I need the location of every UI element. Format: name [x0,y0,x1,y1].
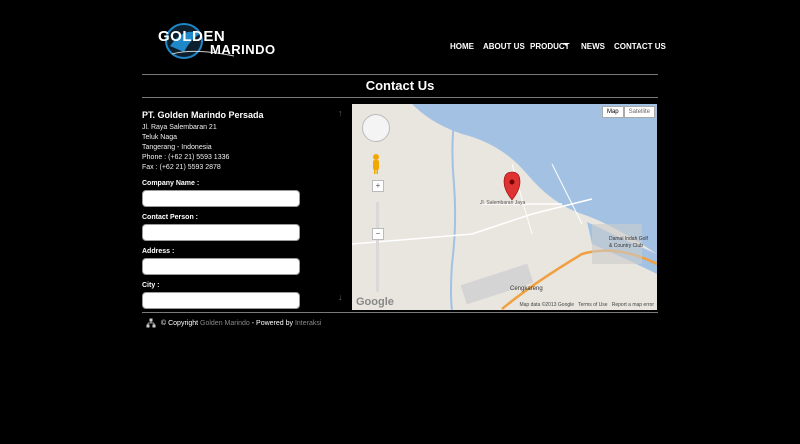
terms-link[interactable]: Terms of Use [578,302,607,308]
report-error-link[interactable]: Report a map error [612,302,654,308]
sitemap-icon [146,318,156,328]
footer-brand-link[interactable]: Golden Marindo [200,320,250,327]
address-input[interactable] [142,258,300,275]
contact-person-input[interactable] [142,224,300,241]
zoom-out-icon[interactable]: − [372,228,384,240]
map-type-satellite[interactable]: Satellite [623,106,655,118]
powered-by-text: - Powered by [249,319,295,327]
nav-news[interactable]: NEWS [581,42,605,51]
map-marker[interactable] [502,170,522,200]
powered-by-link[interactable]: Interaksi [295,320,321,327]
place-damai: Damai Indah Golf [609,236,648,242]
place-country: & Country Club [609,243,643,249]
contact-person-label: Contact Person : [142,214,199,221]
place-cengkareng: Cengkareng [510,286,543,292]
address-line-2: Teluk Naga [142,134,178,141]
address-line-1: Jl. Raya Salembaran 21 [142,124,217,131]
scroll-down-arrow-icon[interactable]: ↓ [338,292,343,302]
chevron-down-icon [563,43,569,46]
divider-top [142,74,658,75]
zoom-in-icon[interactable]: + [372,180,384,192]
city-input[interactable] [142,292,300,309]
page-title: Contact Us [365,78,435,93]
nav-about-us[interactable]: ABOUT US [483,42,525,51]
address-line-3: Tangerang - Indonesia [142,144,212,151]
map-type-control: Map Satellite [601,106,655,118]
company-name-input[interactable] [142,190,300,207]
nav-contact-us[interactable]: CONTACT US [614,42,666,51]
address-label: Address : [142,248,175,255]
company-name: PT. Golden Marindo Persada [142,110,264,120]
road-label: Jl. Salembaran Jaya [480,200,526,206]
google-logo: Google [356,296,394,308]
map-attribution: Map data ©2013 Google Terms of Use Repor… [519,302,654,308]
map-type-map[interactable]: Map [601,106,624,118]
company-name-label: Company Name : [142,180,200,187]
footer: © Copyright Golden Marindo - Powered by … [146,318,321,328]
page: GOLDEN MARINDO HOME ABOUT US PRODUCT NEW… [0,0,800,444]
contact-panel: PT. Golden Marindo Persada Jl. Raya Sale… [142,108,352,310]
phone: Phone : (+62 21) 5593 1336 [142,154,230,161]
logo-line2: MARINDO [210,42,276,57]
google-map[interactable]: Jl. Salembaran Jaya Cengkareng Damai Ind… [352,104,657,310]
divider-bottom [142,312,658,313]
zoom-slider[interactable] [376,202,379,292]
divider-title [142,97,658,98]
attribution-data: Map data ©2013 Google [519,302,575,308]
scroll-up-arrow-icon[interactable]: ↑ [338,108,343,118]
copyright-text: © Copyright [161,319,199,327]
pan-control-icon[interactable] [362,114,390,142]
city-label: City : [142,282,160,289]
pegman-icon[interactable] [371,154,381,174]
site-logo[interactable]: GOLDEN MARINDO [154,18,294,64]
fax: Fax : (+62 21) 5593 2878 [142,164,221,171]
nav-home[interactable]: HOME [450,42,474,51]
